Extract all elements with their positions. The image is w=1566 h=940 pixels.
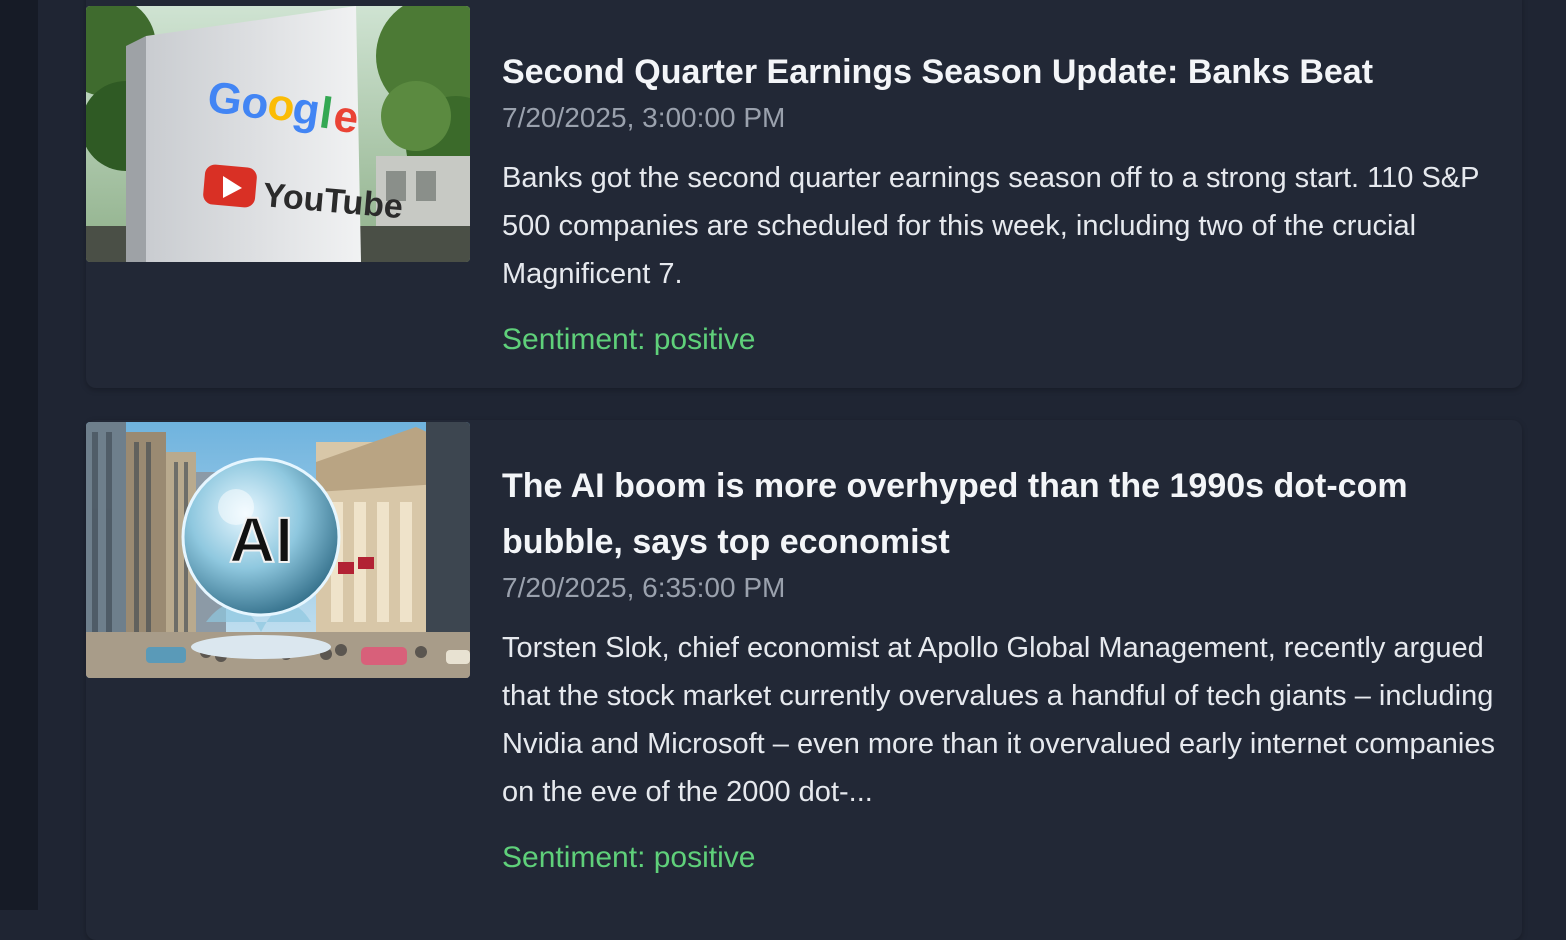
svg-text:Go: Go xyxy=(205,72,272,129)
article-title[interactable]: Second Quarter Earnings Season Update: B… xyxy=(502,44,1502,100)
article-title[interactable]: The AI boom is more overhyped than the 1… xyxy=(502,458,1502,570)
news-card[interactable]: AI The AI boom is more overhyped than th… xyxy=(86,420,1522,940)
article-thumbnail[interactable]: AI xyxy=(86,422,470,678)
ai-bubble-text: AI xyxy=(229,504,293,576)
sentiment-label: Sentiment: positive xyxy=(502,323,756,356)
article-timestamp: 7/20/2025, 3:00:00 PM xyxy=(502,102,786,133)
article-summary: Banks got the second quarter earnings se… xyxy=(502,162,1479,290)
news-feed: Go o g l e YouTube Second Quarter Earnin… xyxy=(38,0,1566,940)
sentiment-label: Sentiment: positive xyxy=(502,841,756,874)
article-summary: Torsten Slok, chief economist at Apollo … xyxy=(502,632,1495,808)
article-timestamp: 7/20/2025, 6:35:00 PM xyxy=(502,572,786,603)
article-content: The AI boom is more overhyped than the 1… xyxy=(502,458,1502,878)
article-content: Second Quarter Earnings Season Update: B… xyxy=(502,44,1502,360)
article-thumbnail[interactable]: Go o g l e YouTube xyxy=(86,6,470,262)
sidebar-edge xyxy=(0,0,38,910)
news-card[interactable]: Go o g l e YouTube Second Quarter Earnin… xyxy=(86,0,1522,388)
